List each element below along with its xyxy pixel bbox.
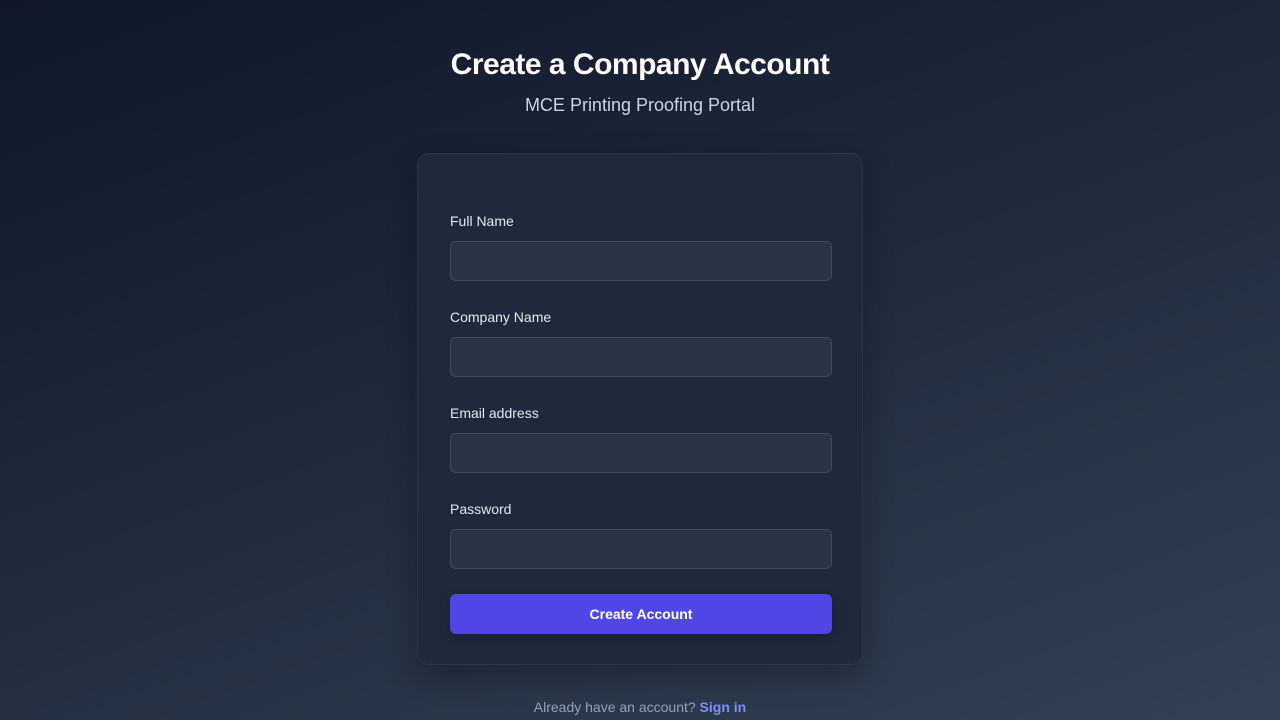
sign-in-link[interactable]: Sign in [700, 699, 747, 715]
page-title: Create a Company Account [450, 48, 830, 81]
full-name-input[interactable] [450, 241, 832, 281]
signup-form-card: Full Name Company Name Email address Pas… [417, 153, 863, 665]
password-label: Password [450, 501, 512, 517]
signin-prompt: Already have an account? Sign in [0, 699, 1280, 715]
email-input[interactable] [450, 433, 832, 473]
page-subtitle: MCE Printing Proofing Portal [524, 95, 756, 115]
email-label: Email address [450, 405, 539, 421]
password-input[interactable] [450, 529, 832, 569]
company-name-input[interactable] [450, 337, 832, 377]
full-name-label: Full Name [450, 213, 514, 229]
company-name-label: Company Name [450, 309, 552, 325]
signin-prompt-text: Already have an account? [533, 699, 696, 715]
create-account-button[interactable]: Create Account [450, 594, 832, 634]
